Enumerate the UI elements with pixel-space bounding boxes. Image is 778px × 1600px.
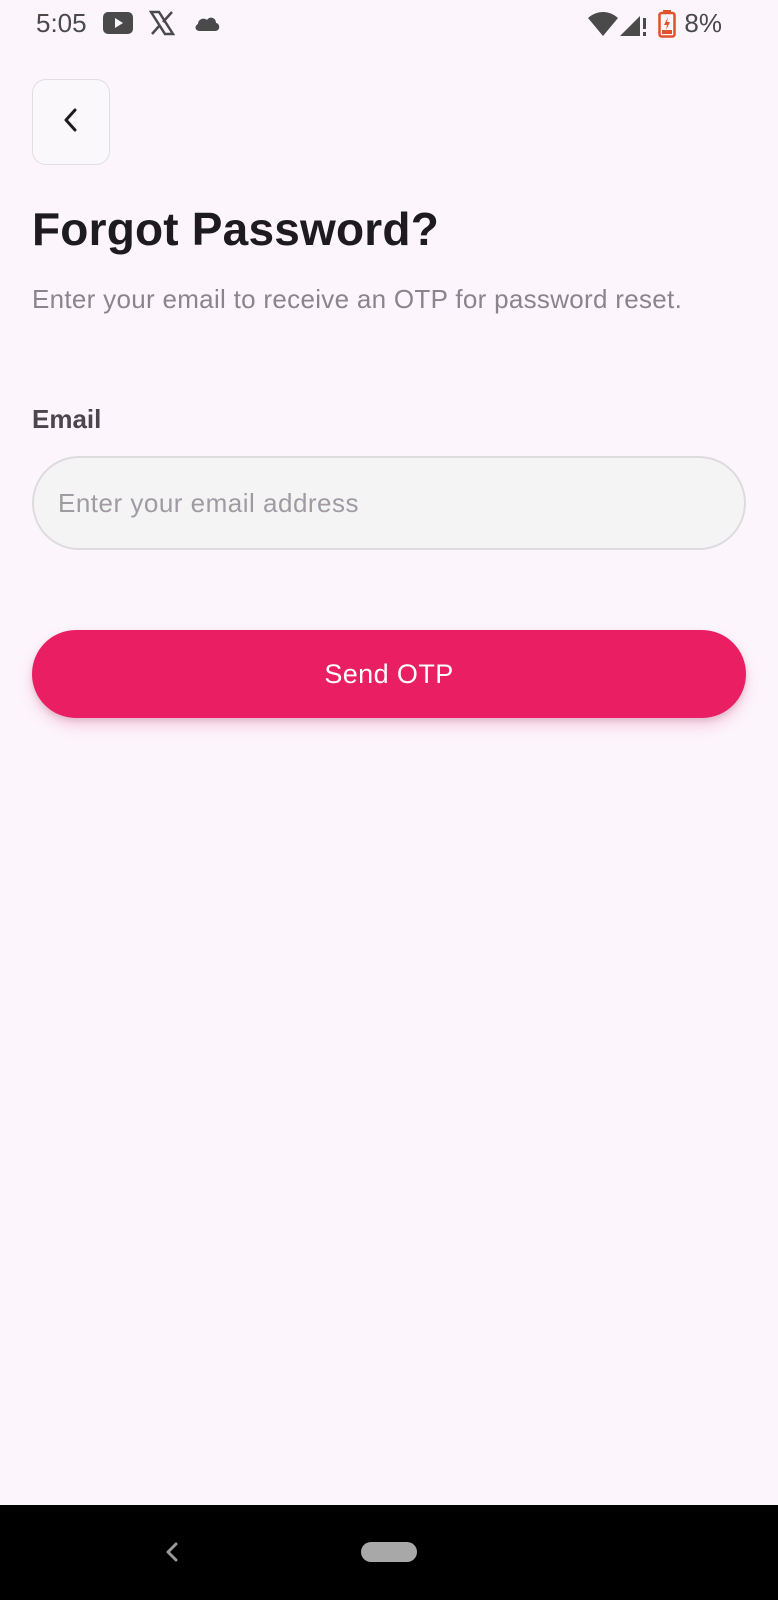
- forgot-password-screen: 5:05 8% Forgot Password? Enter your emai…: [0, 0, 778, 1600]
- youtube-icon: [103, 12, 133, 39]
- wifi-icon: [588, 12, 618, 41]
- status-time: 5:05: [36, 8, 87, 38]
- battery-charging-icon: [658, 10, 676, 43]
- email-label: Email: [32, 404, 102, 434]
- cloud-icon: [193, 14, 221, 37]
- cell-signal-icon: [620, 12, 648, 41]
- nav-back-icon[interactable]: [160, 1535, 184, 1569]
- nav-home-pill[interactable]: [361, 1542, 417, 1562]
- chevron-left-icon: [61, 107, 81, 138]
- email-input[interactable]: [32, 456, 746, 550]
- system-navigation-bar: [0, 1505, 778, 1600]
- status-bar: 5:05 8%: [0, 0, 778, 48]
- send-otp-button[interactable]: Send OTP: [32, 630, 746, 718]
- x-icon: [148, 10, 176, 41]
- page-title: Forgot Password?: [32, 203, 440, 255]
- back-button[interactable]: [32, 79, 110, 165]
- page-subtitle: Enter your email to receive an OTP for p…: [32, 284, 683, 314]
- battery-percentage: 8%: [684, 8, 722, 38]
